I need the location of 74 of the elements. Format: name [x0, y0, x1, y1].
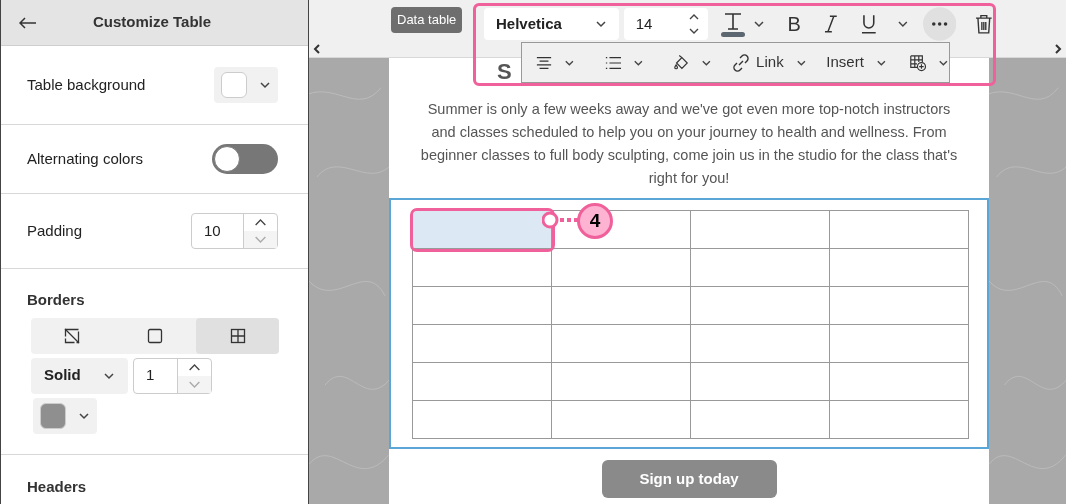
block-label: Data table: [391, 7, 463, 33]
number-stepper[interactable]: 1: [133, 357, 212, 394]
scroll-right-icon[interactable]: [1054, 43, 1062, 54]
caret-icon: [875, 58, 887, 67]
line-style-dropdown[interactable]: Solid: [31, 357, 128, 394]
table-cell[interactable]: [829, 324, 969, 363]
table-cell[interactable]: [412, 286, 552, 325]
no-border-icon: [64, 327, 81, 344]
color-picker[interactable]: [33, 397, 97, 434]
table-cell[interactable]: [412, 400, 552, 439]
text-color-icon[interactable]: [718, 10, 747, 38]
table-cell[interactable]: [412, 362, 552, 401]
caret-icon: [938, 58, 949, 67]
caret-icon: [594, 20, 607, 28]
setting-label: Table background: [27, 74, 146, 95]
section-title: Headers: [27, 477, 87, 495]
border-option[interactable]: [196, 317, 279, 354]
panel-title: Customize Table: [93, 12, 212, 33]
table-cell[interactable]: [690, 362, 830, 401]
fill-color-icon[interactable]: [673, 53, 690, 72]
trash-icon[interactable]: [975, 14, 993, 34]
table-cell[interactable]: [690, 210, 830, 249]
table-cell[interactable]: [829, 286, 969, 325]
number-value: 1: [145, 365, 156, 386]
table-cell[interactable]: [412, 210, 552, 249]
back-arrow-icon[interactable]: [19, 16, 37, 29]
caret-icon: [897, 20, 909, 28]
table-cell[interactable]: [412, 324, 552, 363]
table-cell[interactable]: [690, 324, 830, 363]
intro-paragraph: Summer is only a few weeks away and we've got even more top-notch instructors and classes scheduled to help you on your journey to health and wellness. From beginner classes to full body sculpting, come join us in the studio for the class that's right for you!: [419, 100, 959, 188]
number-value: 10: [203, 220, 222, 241]
table-cell[interactable]: [690, 400, 830, 439]
caret-icon: [795, 58, 807, 67]
square-icon: [147, 327, 163, 344]
setting-label: Alternating colors: [27, 148, 143, 169]
caret-icon: [701, 58, 713, 67]
section-title: Borders: [27, 290, 86, 310]
link-icon[interactable]: [732, 53, 751, 72]
caret-icon: [632, 58, 644, 67]
more-icon[interactable]: [923, 7, 957, 41]
heading: S: [497, 61, 512, 83]
setting-label: Padding: [27, 220, 83, 241]
table-add-icon[interactable]: [908, 52, 927, 73]
number-stepper[interactable]: 10: [191, 213, 278, 249]
table-cell[interactable]: [690, 286, 830, 325]
list-icon[interactable]: [604, 55, 621, 70]
table-cell[interactable]: [690, 248, 830, 287]
table-cell[interactable]: [829, 400, 969, 439]
bold-icon[interactable]: B: [787, 9, 801, 39]
table-cell[interactable]: [551, 400, 691, 439]
table-cell[interactable]: [412, 248, 552, 287]
insert-menu[interactable]: Insert: [826, 51, 864, 74]
table-cell[interactable]: [829, 210, 969, 249]
table-cell[interactable]: [829, 248, 969, 287]
underline-icon[interactable]: [860, 14, 877, 34]
table-cell[interactable]: [551, 248, 691, 287]
toggle-switch[interactable]: [212, 144, 278, 174]
caret-icon: [78, 411, 90, 420]
caret-icon: [103, 371, 115, 380]
grid-icon: [229, 327, 246, 344]
color-picker[interactable]: [214, 67, 278, 103]
table-cell[interactable]: [551, 286, 691, 325]
font-size-field[interactable]: 14: [623, 8, 708, 40]
caret-icon: [752, 20, 765, 28]
italic-icon[interactable]: [823, 15, 838, 33]
align-center-icon[interactable]: [536, 55, 552, 70]
caret-icon: [259, 81, 271, 89]
scroll-left-icon[interactable]: [313, 43, 321, 54]
table-cell[interactable]: [551, 324, 691, 363]
table-cell[interactable]: [829, 362, 969, 401]
table-cell[interactable]: [551, 362, 691, 401]
link-menu[interactable]: Link: [756, 51, 784, 74]
caret-icon: [564, 58, 575, 67]
font-dropdown[interactable]: Helvetica: [484, 8, 619, 40]
